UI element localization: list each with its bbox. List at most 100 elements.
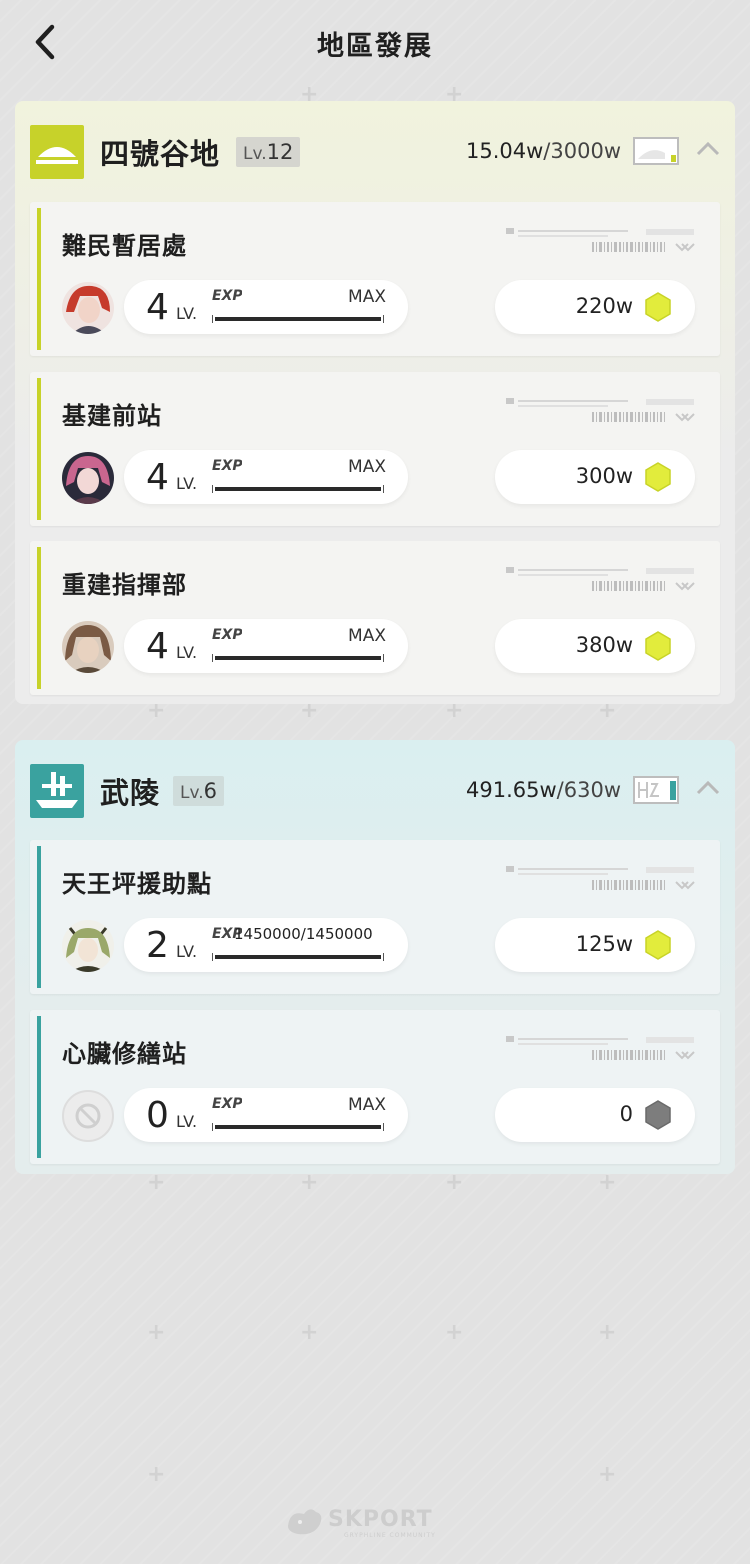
exp-progress-fill	[215, 317, 381, 321]
bg-plus-mark: +	[598, 1320, 617, 1345]
upgrade-cost-button[interactable]: 125w	[495, 918, 695, 972]
region-level-badge: Lv.6	[173, 776, 224, 806]
exp-progress-bar	[212, 953, 384, 961]
exp-tag-icon: EXP	[212, 288, 242, 303]
level-unit: LV.	[176, 643, 198, 662]
level-unit: LV.	[176, 304, 198, 323]
bg-plus-mark: +	[598, 1462, 617, 1487]
region-header[interactable]: 四號谷地 Lv.12 15.04w/3000w	[15, 101, 735, 201]
facility-card[interactable]: 心臟修繕站 0 LV. EXP MAX 0	[30, 1010, 720, 1164]
facility-name: 天王坪援助點	[62, 870, 212, 898]
facility-name: 難民暫居處	[62, 232, 187, 260]
level-pill: 4 LV. EXP MAX	[124, 619, 408, 673]
level-pill: 2 LV. EXP 1450000/1450000	[124, 918, 408, 972]
facility-name: 基建前站	[62, 402, 162, 430]
facility-name: 重建指揮部	[62, 571, 187, 599]
exp-value: MAX	[348, 1095, 386, 1115]
barcode-decoration-icon	[506, 228, 695, 252]
collapse-toggle[interactable]	[695, 778, 721, 798]
level-unit: LV.	[176, 942, 198, 961]
page-title: 地區發展	[317, 31, 433, 62]
region-level-badge: Lv.12	[236, 137, 301, 167]
level-pill: 4 LV. EXP MAX	[124, 450, 408, 504]
exp-progress-bar	[212, 315, 384, 323]
currency-hexagon-icon	[645, 930, 671, 960]
exp-progress-bar	[212, 1123, 384, 1131]
exp-value: MAX	[348, 457, 386, 477]
footer-brand: SKPORT	[328, 1507, 433, 1532]
cost-value: 125w	[575, 932, 633, 956]
facility-card[interactable]: 重建指揮部 4 LV. EXP MAX 380w	[30, 541, 720, 695]
upgrade-cost-button[interactable]: 300w	[495, 450, 695, 504]
exp-tag-icon: EXP	[212, 458, 242, 473]
exp-progress-bar	[212, 485, 384, 493]
storage-gauge-icon	[633, 776, 679, 804]
chevron-up-icon	[696, 141, 720, 156]
character-brown-hair-avatar[interactable]	[62, 621, 114, 673]
bg-plus-mark: +	[147, 1320, 166, 1345]
currency-hexagon-icon	[645, 292, 671, 322]
facility-card[interactable]: 基建前站 4 LV. EXP MAX 300w	[30, 372, 720, 526]
bg-plus-mark: +	[147, 1462, 166, 1487]
valley-region-icon	[30, 125, 84, 179]
level-pill: 4 LV. EXP MAX	[124, 280, 408, 334]
facility-level: 4	[146, 287, 169, 328]
exp-progress-fill	[215, 487, 381, 491]
region-header[interactable]: 武陵 Lv.6 491.65w/630w	[15, 740, 735, 840]
region-card-wuling: 武陵 Lv.6 491.65w/630w 天王坪援助點 2 LV. EXP 14…	[15, 740, 735, 1174]
barcode-decoration-icon	[506, 866, 695, 890]
exp-value: MAX	[348, 287, 386, 307]
facility-level: 2	[146, 925, 169, 966]
upgrade-cost-button[interactable]: 220w	[495, 280, 695, 334]
cost-value: 220w	[575, 294, 633, 318]
exp-value: 1450000/1450000	[234, 925, 373, 943]
facility-card[interactable]: 難民暫居處 4 LV. EXP MAX 220w	[30, 202, 720, 356]
exp-progress-fill	[215, 1125, 381, 1129]
region-name: 武陵	[100, 776, 161, 810]
character-pink-hair-avatar[interactable]	[62, 452, 114, 504]
character-green-hair-avatar[interactable]	[62, 920, 114, 972]
chevron-up-icon	[696, 780, 720, 795]
facility-level: 4	[146, 626, 169, 667]
facility-card[interactable]: 天王坪援助點 2 LV. EXP 1450000/1450000 125w	[30, 840, 720, 994]
currency-hexagon-inactive-icon	[645, 1100, 671, 1130]
upgrade-cost-button[interactable]: 0	[495, 1088, 695, 1142]
currency-hexagon-icon	[645, 631, 671, 661]
region-card-valley: 四號谷地 Lv.12 15.04w/3000w 難民暫居處 4 LV. EXP …	[15, 101, 735, 704]
cost-value: 300w	[575, 464, 633, 488]
exp-tag-icon: EXP	[212, 627, 242, 642]
barcode-decoration-icon	[506, 398, 695, 422]
wuling-region-icon	[30, 764, 84, 818]
barcode-decoration-icon	[506, 567, 695, 591]
upgrade-cost-button[interactable]: 380w	[495, 619, 695, 673]
level-unit: LV.	[176, 1112, 198, 1131]
footer-sub: GRYPHLINE COMMUNITY	[344, 1532, 436, 1539]
skport-logo: SKPORT GRYPHLINE COMMUNITY	[284, 1500, 466, 1540]
facility-level: 0	[146, 1095, 169, 1136]
svg-text:EXP: EXP	[212, 458, 242, 473]
cost-value: 0	[619, 1102, 633, 1126]
facility-name: 心臟修繕站	[62, 1040, 187, 1068]
character-red-hair-avatar[interactable]	[62, 282, 114, 334]
level-pill: 0 LV. EXP MAX	[124, 1088, 408, 1142]
facility-level: 4	[146, 457, 169, 498]
collapse-toggle[interactable]	[695, 139, 721, 159]
bg-plus-mark: +	[445, 1320, 464, 1345]
top-bar: 地區發展	[0, 0, 750, 88]
svg-text:EXP: EXP	[212, 627, 242, 642]
exp-tag-icon: EXP	[212, 1096, 242, 1111]
svg-text:EXP: EXP	[212, 288, 242, 303]
barcode-decoration-icon	[506, 1036, 695, 1060]
currency-hexagon-icon	[645, 462, 671, 492]
exp-progress-fill	[215, 955, 381, 959]
empty-slot-avatar[interactable]	[62, 1090, 114, 1142]
cost-value: 380w	[575, 633, 633, 657]
exp-progress-fill	[215, 656, 381, 660]
region-storage: 491.65w/630w	[466, 778, 621, 802]
storage-gauge-icon	[633, 137, 679, 165]
region-name: 四號谷地	[100, 137, 221, 171]
prohibited-icon	[75, 1103, 101, 1129]
exp-value: MAX	[348, 626, 386, 646]
exp-progress-bar	[212, 654, 384, 662]
svg-text:EXP: EXP	[212, 1096, 242, 1111]
